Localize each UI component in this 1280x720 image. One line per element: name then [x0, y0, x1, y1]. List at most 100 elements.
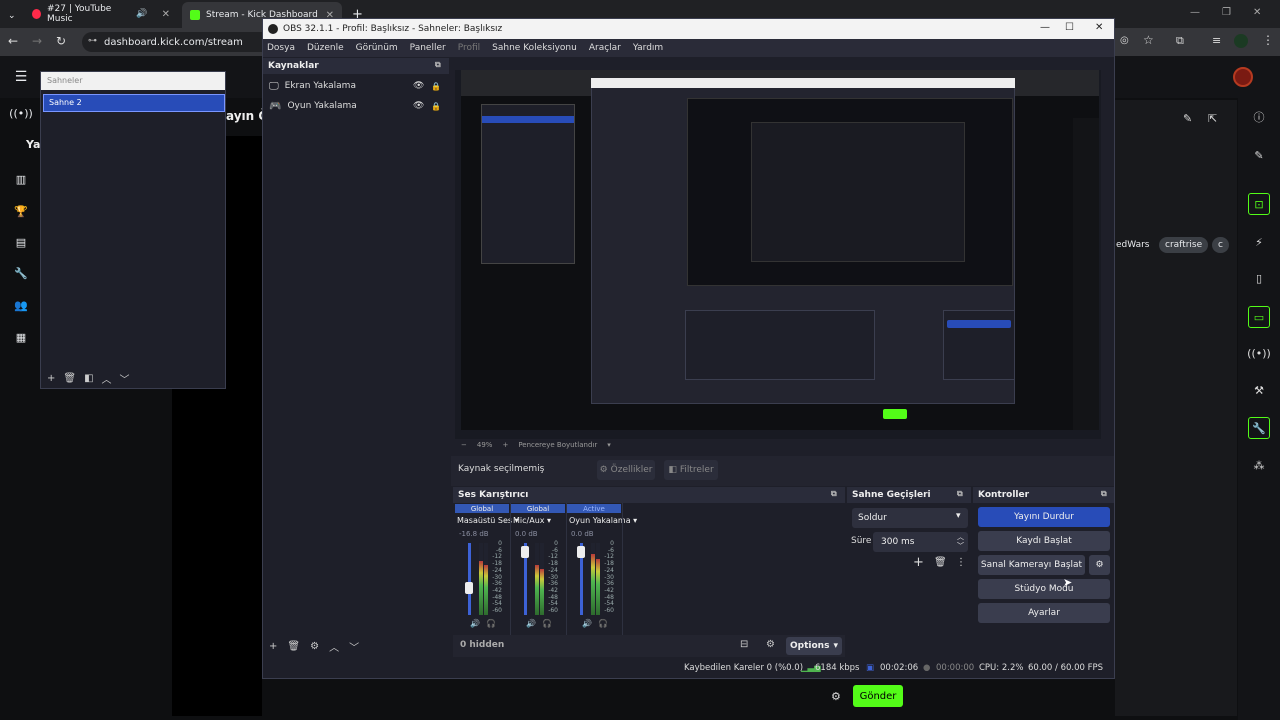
volume-slider-handle[interactable] — [521, 546, 529, 558]
bolt-icon[interactable]: ⚡ — [1248, 231, 1270, 253]
library-icon[interactable]: ▦ — [12, 328, 30, 346]
forward-icon[interactable]: → — [32, 34, 42, 48]
headphones-icon[interactable]: 🎧 — [542, 619, 552, 628]
edit-icon[interactable]: ✎ — [1248, 144, 1270, 166]
browser-menu-icon[interactable]: ⋮ — [1262, 33, 1274, 47]
menu-yardim[interactable]: Yardım — [633, 43, 663, 53]
kick-avatar[interactable] — [1233, 67, 1253, 87]
filters-button[interactable]: ◧ Filtreler — [664, 460, 718, 480]
close-icon[interactable]: ✕ — [1095, 22, 1103, 33]
menu-profil[interactable]: Profil — [458, 43, 480, 53]
minimize-icon[interactable]: — — [1190, 7, 1200, 18]
document-icon[interactable]: ▯ — [1248, 267, 1270, 289]
tab-list-button[interactable]: ⌄ — [0, 6, 22, 26]
menu-gorunum[interactable]: Görünüm — [356, 43, 398, 53]
people-icon[interactable]: ⁂ — [1248, 454, 1270, 476]
add-icon[interactable]: + — [47, 373, 55, 384]
restore-icon[interactable]: ❐ — [1222, 7, 1231, 18]
menu-paneller[interactable]: Paneller — [410, 43, 446, 53]
properties-button[interactable]: ⚙ Özellikler — [597, 460, 655, 480]
wrench-settings-icon[interactable]: 🔧 — [1248, 417, 1270, 439]
broadcast-icon[interactable]: ((•)) — [9, 104, 33, 122]
visibility-eye-icon[interactable]: 👁 — [413, 81, 424, 91]
filter-icon[interactable]: ◧ — [84, 373, 93, 384]
zoom-out-icon[interactable]: − — [461, 441, 467, 449]
headphones-icon[interactable]: 🎧 — [486, 619, 496, 628]
speaker-icon[interactable]: 🔊 — [526, 619, 536, 628]
trash-icon[interactable]: 🗑 — [63, 373, 76, 384]
tools-icon[interactable]: ⚒ — [1248, 379, 1270, 401]
tag-chip[interactable]: c — [1212, 237, 1229, 253]
chat-icon[interactable]: ▭ — [1248, 306, 1270, 328]
menu-dosya[interactable]: Dosya — [267, 43, 295, 53]
volume-slider-handle[interactable] — [577, 546, 585, 558]
zoom-in-icon[interactable]: + — [502, 441, 508, 449]
focus-icon[interactable]: ⊡ — [1248, 193, 1270, 215]
mixer-settings-icon[interactable]: ⚙ — [766, 639, 775, 650]
add-source-icon[interactable]: + — [269, 641, 277, 652]
mixer-channel-name[interactable]: Mic/Aux ▾ — [513, 516, 551, 525]
undock-icon[interactable]: ⧉ — [435, 60, 441, 70]
tab-youtube-music[interactable]: #27 | YouTube Music 🔊 ✕ — [24, 4, 178, 24]
back-icon[interactable]: ← — [8, 34, 18, 48]
extensions-icon[interactable]: ⧉ — [1176, 34, 1184, 48]
layout-icon[interactable]: ⊟ — [740, 639, 748, 650]
reading-list-icon[interactable]: ≡ — [1212, 34, 1221, 47]
transition-menu-icon[interactable]: ⋮ — [956, 557, 966, 568]
analytics-icon[interactable]: ▥ — [12, 170, 30, 188]
info-icon[interactable]: ⓘ — [1248, 106, 1270, 128]
move-up-icon[interactable]: ︿ — [102, 371, 112, 386]
profile-avatar[interactable] — [1234, 34, 1248, 48]
bookmark-star-icon[interactable]: ☆ — [1143, 33, 1154, 47]
spin-down-icon[interactable]: ﹀ — [957, 541, 964, 551]
speaker-icon[interactable]: 🔊 — [470, 619, 480, 628]
hamburger-menu-icon[interactable]: ☰ — [12, 68, 30, 86]
source-item-ekran[interactable]: 🖵 Ekran Yakalama 👁 🔒 — [263, 76, 449, 96]
source-settings-icon[interactable]: ⚙ — [310, 641, 319, 652]
lock-icon[interactable]: 🔒 — [431, 82, 441, 91]
menu-araclar[interactable]: Araçlar — [589, 43, 621, 53]
users-icon[interactable]: 👥 — [12, 296, 30, 314]
volume-slider-track[interactable] — [468, 543, 471, 615]
visibility-eye-icon[interactable]: 👁 — [413, 101, 424, 111]
move-down-icon[interactable]: ﹀ — [120, 371, 130, 386]
duration-field[interactable]: 300 ms ︿ ﹀ — [873, 532, 968, 552]
tag-chip[interactable]: craftrise — [1159, 237, 1209, 253]
eye-off-icon[interactable]: ◎ — [1120, 35, 1129, 46]
studio-mode-button[interactable]: Stüdyo Modu — [978, 579, 1110, 599]
send-button[interactable]: Gönder — [853, 685, 903, 707]
maximize-icon[interactable]: ☐ — [1065, 22, 1074, 33]
source-item-oyun[interactable]: 🎮 Oyun Yakalama 👁 🔒 — [263, 96, 449, 116]
menu-duzenle[interactable]: Düzenle — [307, 43, 344, 53]
remove-transition-icon[interactable]: 🗑 — [934, 557, 947, 568]
remove-source-icon[interactable]: 🗑 — [287, 641, 300, 652]
wrench-icon[interactable]: 🔧 — [12, 264, 30, 282]
mixer-channel-name[interactable]: Oyun Yakalama ▾ — [569, 516, 637, 525]
transition-select[interactable]: Soldur ▾ — [852, 508, 968, 528]
popout-icon[interactable]: ⇱ — [1208, 112, 1217, 125]
headphones-icon[interactable]: 🎧 — [598, 619, 608, 628]
preview-canvas[interactable]: − 49% + Pencereye Boyutlandır ▾ — [455, 70, 1101, 449]
start-record-button[interactable]: Kaydı Başlat — [978, 531, 1110, 551]
undock-icon[interactable]: ⧉ — [957, 489, 963, 499]
add-transition-icon[interactable]: + — [913, 555, 924, 570]
tag-chip[interactable]: edWars — [1110, 237, 1155, 253]
signal-icon[interactable]: ((•)) — [1247, 342, 1271, 364]
lock-icon[interactable]: 🔒 — [431, 102, 441, 111]
pencil-icon[interactable]: ✎ — [1183, 112, 1192, 125]
settings-button[interactable]: Ayarlar — [978, 603, 1110, 623]
volume-slider-handle[interactable] — [465, 582, 473, 594]
fit-dropdown-icon[interactable]: ▾ — [607, 441, 611, 449]
undock-icon[interactable]: ⧉ — [831, 489, 837, 499]
move-up-icon[interactable]: ︿ — [329, 639, 339, 654]
video-icon[interactable]: ▤ — [12, 233, 30, 251]
move-down-icon[interactable]: ﹀ — [349, 639, 359, 654]
reload-icon[interactable]: ↻ — [56, 34, 66, 48]
menu-sahne-koleksiyonu[interactable]: Sahne Koleksiyonu — [492, 43, 577, 53]
virtual-camera-settings-button[interactable]: ⚙ — [1089, 555, 1110, 575]
stop-stream-button[interactable]: Yayını Durdur — [978, 507, 1110, 527]
undock-icon[interactable]: ⧉ — [1101, 489, 1107, 499]
trophy-icon[interactable]: 🏆 — [12, 202, 30, 220]
close-window-icon[interactable]: ✕ — [1253, 7, 1261, 18]
chat-settings-icon[interactable]: ⚙ — [831, 690, 841, 703]
